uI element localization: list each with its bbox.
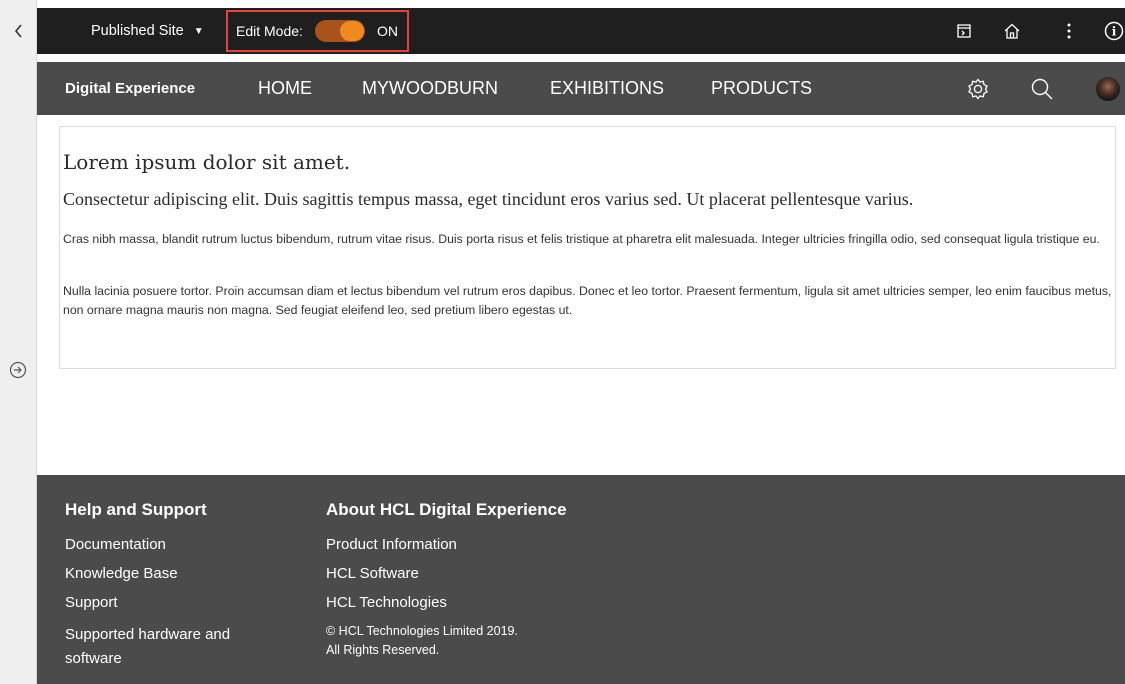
footer-rights: All Rights Reserved. (326, 643, 440, 657)
content-subtitle: Consectetur adipiscing elit. Duis sagitt… (63, 189, 914, 209)
nav-item-mywoodburn[interactable]: MYWOODBURN (362, 62, 498, 115)
toggle-knob (339, 21, 364, 41)
brand-link[interactable]: Digital Experience (65, 62, 195, 115)
footer-link-supported-hardware[interactable]: Supported hardware and software (65, 623, 255, 671)
footer-link-documentation[interactable]: Documentation (65, 536, 166, 553)
settings-icon[interactable] (963, 62, 993, 115)
home-icon[interactable] (995, 8, 1029, 54)
content-title: Lorem ipsum dolor sit amet. (63, 150, 351, 174)
more-vertical-icon[interactable] (1059, 8, 1079, 54)
site-footer: Help and Support Documentation Knowledge… (37, 475, 1125, 684)
content-paragraph: Cras nibh massa, blandit rutrum luctus b… (63, 232, 1100, 246)
left-gutter (0, 0, 37, 684)
main-navbar: Digital Experience HOME MYWOODBURN EXHIB… (37, 62, 1125, 115)
avatar-image (1096, 76, 1120, 101)
svg-text:i: i (1112, 25, 1117, 39)
edit-mode-label: Edit Mode: (236, 23, 303, 39)
footer-link-hcl-software[interactable]: HCL Software (326, 565, 419, 582)
user-avatar[interactable] (1091, 62, 1125, 115)
edit-mode-toggle[interactable] (314, 20, 365, 42)
site-selector-label: Published Site (91, 23, 184, 39)
edit-mode-state: ON (376, 23, 398, 39)
content-paragraph: Nulla lacinia posuere tortor. Proin accu… (63, 284, 1112, 317)
site-selector-dropdown[interactable]: Published Site ▼ (91, 8, 204, 54)
top-toolbar: Published Site ▼ Edit Mode: ON i (37, 8, 1125, 54)
expand-panel-icon[interactable] (9, 361, 27, 379)
footer-heading-about: About HCL Digital Experience (326, 500, 567, 519)
nav-item-products[interactable]: PRODUCTS (711, 62, 812, 115)
search-icon[interactable] (1027, 62, 1057, 115)
nav-item-exhibitions[interactable]: EXHIBITIONS (550, 62, 664, 115)
footer-heading-help: Help and Support (65, 500, 207, 519)
footer-link-support[interactable]: Support (65, 594, 118, 611)
content-panel: Lorem ipsum dolor sit amet. Consectetur … (59, 126, 1116, 369)
footer-link-knowledge-base[interactable]: Knowledge Base (65, 565, 178, 582)
edit-mode-control: Edit Mode: ON (226, 10, 409, 52)
back-chevron-icon[interactable] (0, 8, 37, 54)
footer-copyright: © HCL Technologies Limited 2019. (326, 624, 518, 638)
footer-link-product-information[interactable]: Product Information (326, 536, 457, 553)
nav-item-home[interactable]: HOME (258, 62, 312, 115)
info-icon[interactable]: i (1103, 8, 1125, 54)
caret-down-icon: ▼ (193, 25, 204, 37)
panel-toggle-icon[interactable] (949, 8, 979, 54)
footer-link-hcl-technologies[interactable]: HCL Technologies (326, 594, 447, 611)
